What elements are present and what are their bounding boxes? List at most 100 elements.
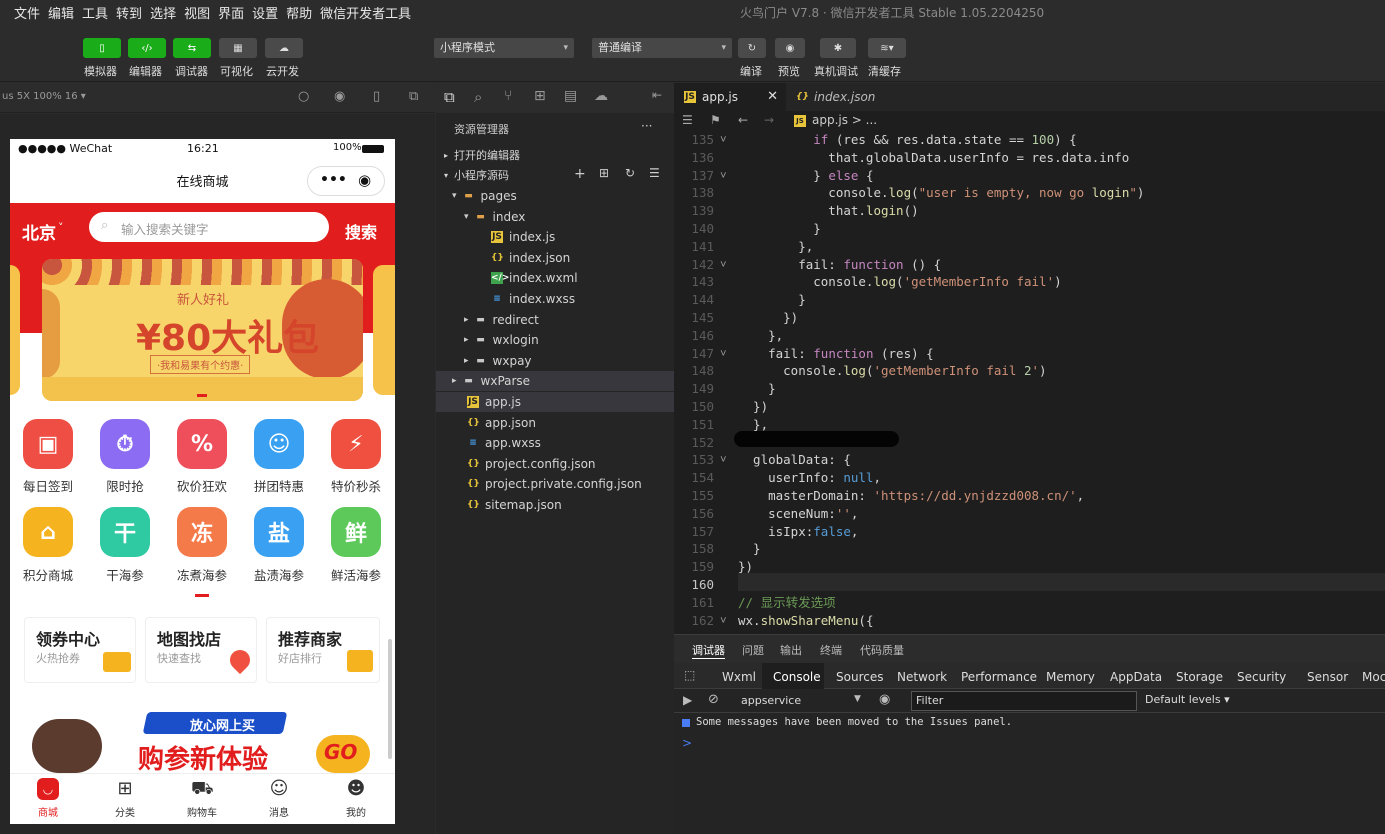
inspect-element-icon[interactable]: ⬚ [684, 668, 695, 682]
preview-button[interactable]: ◉ [775, 38, 805, 58]
close-icon[interactable]: ✕ [767, 89, 778, 104]
search-button[interactable]: 搜索 [345, 219, 377, 243]
compile-select[interactable]: 普通编译 ▾ [592, 38, 732, 58]
panel-tab-terminal[interactable]: 终端 [820, 642, 842, 658]
back-icon[interactable]: ← [738, 113, 748, 127]
fold-icon[interactable]: ˅ [720, 612, 727, 630]
file-tree-item[interactable]: ≡ index.wxss [436, 289, 674, 309]
menu-view[interactable]: 视图 [184, 3, 210, 22]
file-tree-item[interactable]: {} sitemap.json [436, 495, 674, 515]
cloud-dev-button[interactable]: ☁ [265, 38, 303, 58]
detach-window-icon[interactable]: ⧉ [409, 89, 418, 104]
devtools-tab-performance[interactable]: Performance [961, 665, 1037, 689]
close-mini-program-icon[interactable]: ◉ [358, 171, 371, 189]
tab-mall[interactable]: ◡ 商城 [18, 778, 78, 819]
fold-icon[interactable]: ˅ [720, 451, 727, 469]
refresh-icon[interactable]: ↻ [625, 166, 635, 180]
open-editors-section[interactable]: ▸ 打开的编辑器 [436, 145, 674, 165]
panel-tab-debugger[interactable]: 调试器 [692, 642, 725, 659]
editor-toggle-button[interactable]: ‹/› [128, 38, 166, 58]
category-label[interactable]: 拼团特惠 [244, 476, 314, 495]
compile-button[interactable]: ↻ [738, 38, 766, 58]
panel-tab-output[interactable]: 输出 [780, 642, 802, 658]
promo-card-coupons[interactable]: 领券中心 火热抢券 [24, 617, 136, 683]
file-tree-item[interactable]: ≡ app.wxss [436, 433, 674, 453]
explorer-more-button[interactable]: ··· [641, 119, 652, 133]
forward-icon[interactable]: → [764, 113, 774, 127]
menu-edit[interactable]: 编辑 [48, 3, 74, 22]
mode-select[interactable]: 小程序模式 ▾ [434, 38, 574, 58]
file-tree-item[interactable]: ▸ ▬ redirect [436, 310, 674, 330]
devtools-tab-network[interactable]: Network [897, 665, 947, 689]
tab-cart[interactable]: ⛟ 购物车 [172, 778, 232, 819]
menu-settings[interactable]: 设置 [252, 3, 278, 22]
category-label[interactable]: 盐渍海参 [244, 565, 314, 584]
console-prompt[interactable]: > [682, 736, 692, 750]
log-levels-select[interactable]: Default levels ▾ [1145, 693, 1230, 706]
tab-index-json[interactable]: {} index.json [786, 83, 898, 111]
menu-wechat-devtools[interactable]: 微信开发者工具 [320, 3, 411, 22]
category-label[interactable]: 鲜活海参 [321, 565, 391, 584]
clear-console-icon[interactable]: ⊘ [708, 692, 719, 707]
tab-message[interactable]: ☺ 消息 [249, 778, 309, 819]
search-input[interactable]: ⌕ 输入搜索关键字 [89, 212, 329, 242]
fold-icon[interactable]: ˅ [720, 256, 727, 274]
debugger-toggle-button[interactable]: ⇆ [173, 38, 211, 58]
devtools-tab-console[interactable]: Console [773, 665, 821, 689]
category-label[interactable]: 限时抢 [90, 476, 160, 495]
capsule-menu[interactable]: ••• ◉ [307, 166, 385, 196]
menu-interface[interactable]: 界面 [218, 3, 244, 22]
menu-goto[interactable]: 转到 [116, 3, 142, 22]
eye-icon[interactable]: ◉ [879, 692, 890, 707]
file-tree-item[interactable]: {} index.json [436, 248, 674, 268]
scrollbar-thumb[interactable] [388, 639, 392, 759]
file-tree-item[interactable]: {} project.private.config.json [436, 474, 674, 494]
chevron-down-icon[interactable]: ˅ [58, 221, 64, 234]
category-label[interactable]: 干海参 [90, 565, 160, 584]
devtools-tab-security[interactable]: Security [1237, 665, 1286, 689]
debug-panel-icon[interactable]: ▤ [564, 88, 577, 104]
menu-tools[interactable]: 工具 [82, 3, 108, 22]
category-label[interactable]: 积分商城 [13, 565, 83, 584]
device-debug-button[interactable]: ✱ [820, 38, 856, 58]
clear-cache-button[interactable]: ≋▾ [868, 38, 906, 58]
devtools-tab-mock[interactable]: Moc [1362, 665, 1385, 689]
source-section[interactable]: ▾ 小程序源码 + ⊞ ↻ ☰ [436, 165, 674, 185]
bookmark-icon[interactable]: ⚑ [710, 113, 721, 127]
cloud-icon[interactable]: ☁ [594, 88, 608, 104]
device-select[interactable]: us 5X 100% 16 ▾ [2, 91, 86, 102]
category-label[interactable]: 冻煮海参 [167, 565, 237, 584]
bottom-banner[interactable]: 放心网上买 购参新体验 GO [20, 705, 380, 775]
simulator-toggle-button[interactable]: ▯ [83, 38, 121, 58]
devtools-tab-storage[interactable]: Storage [1176, 665, 1223, 689]
refresh-icon[interactable]: ○ [298, 89, 309, 104]
dong-icon[interactable]: 冻 [177, 507, 227, 557]
source-control-icon[interactable]: ⑂ [504, 88, 512, 104]
tab-app-js[interactable]: JS app.js ✕ [674, 83, 786, 111]
file-tree-item[interactable]: {} app.json [436, 413, 674, 433]
breadcrumb-path[interactable]: app.js > ... [812, 113, 877, 127]
category-label[interactable]: 砍价狂欢 [167, 476, 237, 495]
tab-profile[interactable]: ☻ 我的 [326, 778, 386, 819]
devtools-tab-memory[interactable]: Memory [1046, 665, 1095, 689]
flash-sale-icon[interactable]: ⚡ [331, 419, 381, 469]
search-icon[interactable]: ⌕ [474, 88, 482, 106]
file-tree-item[interactable]: ▾ ▬ index [436, 207, 674, 227]
fold-icon[interactable]: ˅ [720, 345, 727, 363]
file-tree-item[interactable]: JS index.js [436, 227, 674, 247]
promo-card-map[interactable]: 地图找店 快速查找 [145, 617, 257, 683]
file-tree-item[interactable]: ▸ ▬ wxlogin [436, 330, 674, 350]
promo-card-shops[interactable]: 推荐商家 好店排行 [266, 617, 380, 683]
category-label[interactable]: 特价秒杀 [321, 476, 391, 495]
more-icon[interactable]: ••• [320, 172, 347, 188]
panel-tab-code-quality[interactable]: 代码质量 [860, 642, 904, 658]
file-tree-item[interactable]: ▸ ▬ wxpay [436, 351, 674, 371]
phone-icon[interactable]: ▯ [373, 89, 380, 104]
fold-icon[interactable]: ˅ [720, 167, 727, 185]
category-label[interactable]: 每日签到 [13, 476, 83, 495]
record-icon[interactable]: ◉ [334, 89, 345, 104]
devtools-tab-wxml[interactable]: Wxml [722, 665, 756, 689]
menu-help[interactable]: 帮助 [286, 3, 312, 22]
file-tree-item[interactable]: JS app.js [436, 392, 674, 412]
city-selector[interactable]: 北京 [22, 219, 56, 244]
